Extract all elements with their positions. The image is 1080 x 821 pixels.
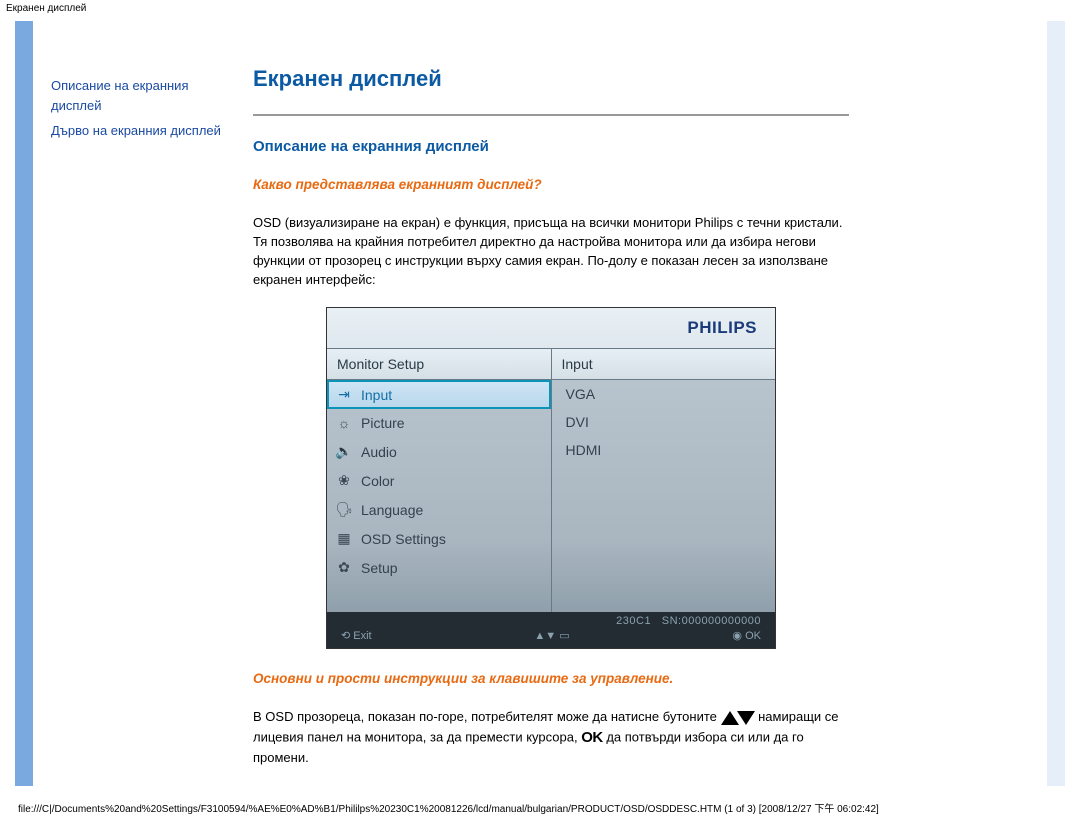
section-title-description: Описание на екранния дисплей	[253, 138, 849, 155]
osd-menu-icon: ✿	[335, 559, 353, 576]
osd-value-item[interactable]: VGA	[552, 380, 776, 408]
osd-foot-ok: ◉ OK	[732, 629, 761, 642]
osd-serial: SN:000000000000	[662, 615, 761, 627]
osd-model: 230C1	[616, 615, 651, 627]
right-decorative-stripe	[1047, 21, 1065, 786]
question-what-is-osd: Какво представлява екранният дисплей?	[253, 177, 849, 192]
osd-menu-icon: 🔈	[335, 443, 353, 460]
osd-right-header: Input	[552, 349, 776, 380]
osd-menu-icon: 🗣	[335, 501, 353, 518]
osd-menu-label: Picture	[361, 415, 405, 431]
osd-screenshot: PHILIPS Monitor Setup ⇥ Input ☼ Picture 🔈 Aud…	[326, 307, 776, 649]
osd-menu-item[interactable]: ▦ OSD Settings	[327, 524, 551, 553]
osd-value-item[interactable]: DVI	[552, 408, 776, 436]
osd-menu-label: Audio	[361, 444, 397, 460]
osd-menu-label: OSD Settings	[361, 531, 446, 547]
osd-menu-item[interactable]: ✿ Setup	[327, 553, 551, 582]
osd-value-item[interactable]: HDMI	[552, 436, 776, 464]
footer-file-path: file:///C|/Documents%20and%20Settings/F3…	[0, 786, 1080, 821]
sidebar-link-description[interactable]: Описание на екранния дисплей	[51, 78, 188, 113]
brand-logo: PHILIPS	[687, 318, 757, 338]
osd-menu-label: Input	[361, 387, 392, 403]
paragraph-osd-intro: OSD (визуализиране на екран) е функция, …	[253, 214, 849, 289]
instructions-heading: Основни и прости инструкции за клавишите…	[253, 671, 849, 686]
osd-menu-icon: ☼	[335, 415, 353, 431]
up-down-buttons-icon	[721, 709, 755, 728]
osd-menu-item[interactable]: ⇥ Input	[327, 380, 551, 409]
osd-foot-exit: ⟲ Exit	[341, 629, 372, 642]
osd-menu-icon: ❀	[335, 472, 353, 489]
osd-menu-item[interactable]: ☼ Picture	[327, 409, 551, 437]
osd-menu-icon: ⇥	[335, 386, 353, 403]
para2-part-a: В OSD прозореца, показан по-горе, потреб…	[253, 709, 721, 724]
page-title: Екранен дисплей	[253, 66, 849, 92]
osd-menu-item[interactable]: 🔈 Audio	[327, 437, 551, 466]
page-layout: Описание на екранния дисплей Дърво на ек…	[15, 21, 1065, 786]
paragraph-controls: В OSD прозореца, показан по-горе, потреб…	[253, 708, 849, 768]
separator	[253, 114, 849, 116]
osd-foot-nav: ▲▼ ▭	[534, 629, 569, 642]
main-content: Екранен дисплей Описание на екранния дис…	[243, 21, 879, 786]
osd-menu-item[interactable]: ❀ Color	[327, 466, 551, 495]
ok-button-icon: OK	[581, 729, 603, 746]
osd-left-header: Monitor Setup	[327, 349, 551, 380]
sidebar-nav: Описание на екранния дисплей Дърво на ек…	[33, 21, 243, 786]
osd-menu-icon: ▦	[335, 530, 353, 547]
sidebar-link-tree[interactable]: Дърво на екранния дисплей	[51, 123, 221, 138]
osd-menu-item[interactable]: 🗣 Language	[327, 495, 551, 524]
osd-brand-bar: PHILIPS	[327, 308, 775, 348]
osd-menu-label: Language	[361, 502, 423, 518]
osd-menu-label: Color	[361, 473, 394, 489]
left-decorative-stripe	[15, 21, 33, 786]
osd-footer: 230C1 SN:000000000000 ⟲ Exit ▲▼ ▭ ◉ OK	[327, 612, 775, 648]
window-title: Екранен дисплей	[0, 0, 1080, 17]
osd-menu-label: Setup	[361, 560, 398, 576]
